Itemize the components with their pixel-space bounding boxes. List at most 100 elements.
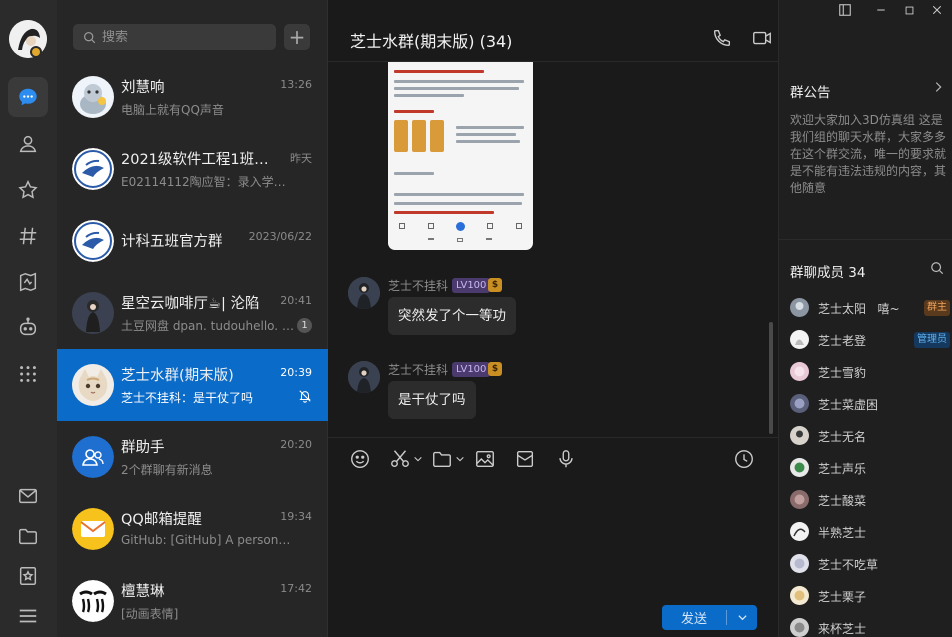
close-button[interactable] [929,2,945,18]
member-name: 芝士声乐 [818,462,867,476]
conversation-preview: GitHub: [GitHub] A personal access [121,533,296,547]
thumbnail-row [394,120,454,160]
sender-name[interactable]: 芝士不挂科 [388,277,448,294]
nav-rail [0,0,57,637]
screenshot-button[interactable] [389,447,423,471]
sidebar-toggle-button[interactable] [837,2,853,18]
chat-scrollbar[interactable] [769,322,773,434]
member-item[interactable]: 芝士不吃草 [790,553,950,575]
member-avatar [790,490,809,509]
channels-nav-button[interactable] [8,216,48,256]
members-title: 群聊成员 34 [790,265,866,281]
send-options-button[interactable] [727,612,757,623]
emoji-button[interactable] [349,447,371,471]
mute-bell-icon [299,390,311,403]
conversation-name: QQ邮箱提醒 [121,512,202,528]
send-file-button[interactable] [431,447,465,471]
star-icon [18,180,38,199]
conversation-item[interactable]: 檀慧琳 17:42 [动画表情] [57,565,328,637]
send-button-group[interactable]: 发送 [662,605,757,630]
member-item[interactable]: 芝士雪豹 [790,361,950,383]
conversation-item[interactable]: 计科五班官方群 2023/06/22 [57,205,328,277]
conversation-time: 昨天 [290,152,312,165]
video-call-button[interactable] [750,26,774,50]
voice-message-button[interactable] [555,447,577,471]
member-item[interactable]: 芝士老登 管理员 [790,329,950,351]
message-bubble[interactable]: 是干仗了吗 [388,381,476,419]
conversation-name: 2021级软件工程1班通知群 [121,152,271,168]
member-item[interactable]: 芝士栗子 [790,585,950,607]
conversation-preview: E02114112陶应智：录入学校门户 [121,175,296,189]
sender-name[interactable]: 芝士不挂科 [388,361,448,378]
conversation-item[interactable]: QQ邮箱提醒 19:34 GitHub: [GitHub] A personal… [57,493,328,565]
conversation-avatar [72,508,114,550]
favorites-nav-button[interactable] [8,170,48,210]
robot-icon [19,317,37,336]
conversation-item[interactable]: 2021级软件工程1班通知群 昨天 E02114112陶应智：录入学校门户 [57,133,328,205]
member-item[interactable]: 芝士菜虚困 [790,393,950,415]
moments-nav-button[interactable] [8,262,48,302]
conversation-time: 20:41 [280,294,312,307]
messages-nav-button[interactable] [8,77,48,117]
member-item[interactable]: 芝士声乐 [790,457,950,479]
conversation-name: 芝士水群(期末版) [121,368,234,384]
announcement-title[interactable]: 群公告 [790,81,831,101]
member-item[interactable]: 芝士酸菜 [790,489,950,511]
maximize-button[interactable] [901,2,917,18]
conversation-item-active[interactable]: 芝士水群(期末版) 20:39 芝士不挂科：是干仗了吗 [57,349,328,421]
scissors-icon [391,450,409,468]
person-icon [19,135,37,153]
mail-icon [19,488,37,504]
main-menu-button[interactable] [8,596,48,636]
chevron-down-icon [737,615,747,621]
files-nav-button[interactable] [8,516,48,556]
member-avatar [790,522,809,541]
conversation-avatar [72,76,114,118]
message-bubble[interactable]: 突然发了个一等功 [388,297,516,335]
member-name: 半熟芝士 [818,526,867,540]
history-button[interactable] [733,447,755,471]
send-button[interactable]: 发送 [662,608,726,627]
add-button[interactable]: + [284,24,310,50]
conversation-item[interactable]: 星空云咖啡厅☕| 沦陷 20:41 土豆网盘 dpan. tudouhello.… [57,277,328,349]
shared-image[interactable] [388,62,533,250]
member-name: 芝士无名 [818,430,867,444]
group-info-panel: 群公告 欢迎大家加入3D仿真组 这是我们组的聊天水群，大家多多在这个群交流，唯一… [778,0,952,637]
search-input[interactable] [102,29,262,45]
close-icon [932,5,942,15]
member-name: 芝士菜虚困 [818,398,879,412]
voice-call-button[interactable] [710,26,734,50]
map-icon [19,272,37,292]
member-item[interactable]: 来杯芝士 [790,617,950,637]
bookmarks-nav-button[interactable] [8,556,48,596]
chat-pane: 芝士水群(期末版) (34) 芝士不挂科 LV100 $ 突然发了个一等功 芝士… [328,0,934,637]
member-item[interactable]: 半熟芝士 [790,521,950,543]
conversation-list: + 刘慧响 13:26 电脑上就有QQ声音 2021级软件工程1班通知群 昨天 … [57,0,328,637]
chevron-right-icon[interactable] [931,80,945,94]
bookmark-star-icon [19,567,37,585]
search-icon[interactable] [930,261,944,275]
member-item[interactable]: 芝士无名 [790,425,950,447]
conversation-item[interactable]: 刘慧响 13:26 电脑上就有QQ声音 [57,61,328,133]
contacts-nav-button[interactable] [8,124,48,164]
mail-nav-button[interactable] [8,476,48,516]
conversation-avatar [72,364,114,406]
level-badge: LV100 [452,362,491,377]
member-avatar [790,298,809,317]
apps-nav-button[interactable] [8,354,48,394]
robot-nav-button[interactable] [8,307,48,347]
folder-icon [19,528,37,545]
admin-tag: 管理员 [914,332,950,348]
red-packet-button[interactable] [514,447,536,471]
chevron-down-icon [456,456,464,462]
conversation-time: 2023/06/22 [248,230,312,243]
send-image-button[interactable] [474,447,496,471]
conversation-name: 群助手 [121,440,165,456]
minimize-button[interactable] [873,2,889,18]
sender-avatar[interactable] [348,277,380,309]
sender-avatar[interactable] [348,361,380,393]
member-item[interactable]: 芝士太阳 嘻~ 群主 [790,297,950,319]
message-input[interactable] [342,478,762,598]
conversation-item[interactable]: 群助手 20:20 2个群聊有新消息 [57,421,328,493]
search-box[interactable] [73,24,276,50]
